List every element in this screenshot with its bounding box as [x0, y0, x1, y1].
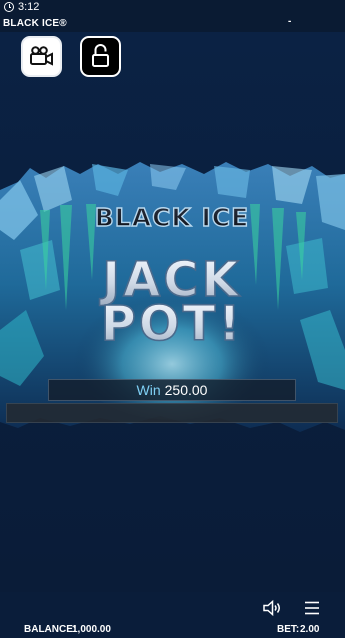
bet-label: BET:: [277, 624, 300, 635]
bet-value: 2.00: [300, 624, 320, 635]
hamburger-menu-icon[interactable]: [304, 600, 320, 616]
jackpot-line-2: POT!: [101, 296, 244, 352]
speaker-icon[interactable]: [262, 599, 282, 617]
lock-button[interactable]: [80, 36, 121, 77]
status-time: 3:12: [18, 1, 40, 13]
win-label: Win: [136, 382, 161, 398]
camera-button[interactable]: [21, 36, 62, 77]
status-bar: 3:12: [0, 0, 345, 16]
app-title: BLACK ICE®: [3, 18, 67, 29]
balance-value: 1,000.00: [72, 624, 111, 635]
message-bar: [6, 403, 338, 423]
win-display: Win 250.00: [48, 379, 296, 401]
win-amount: 250.00: [164, 382, 208, 398]
video-camera-icon: [30, 46, 53, 66]
unlock-icon: [92, 44, 109, 67]
app-title-bar: BLACK ICE® -: [0, 16, 345, 32]
title-right-mark: -: [288, 16, 292, 27]
black-ice-logo: BLACK ICE: [95, 203, 249, 232]
balance-label: BALANCE:: [24, 624, 77, 635]
clock-icon: [4, 2, 14, 12]
